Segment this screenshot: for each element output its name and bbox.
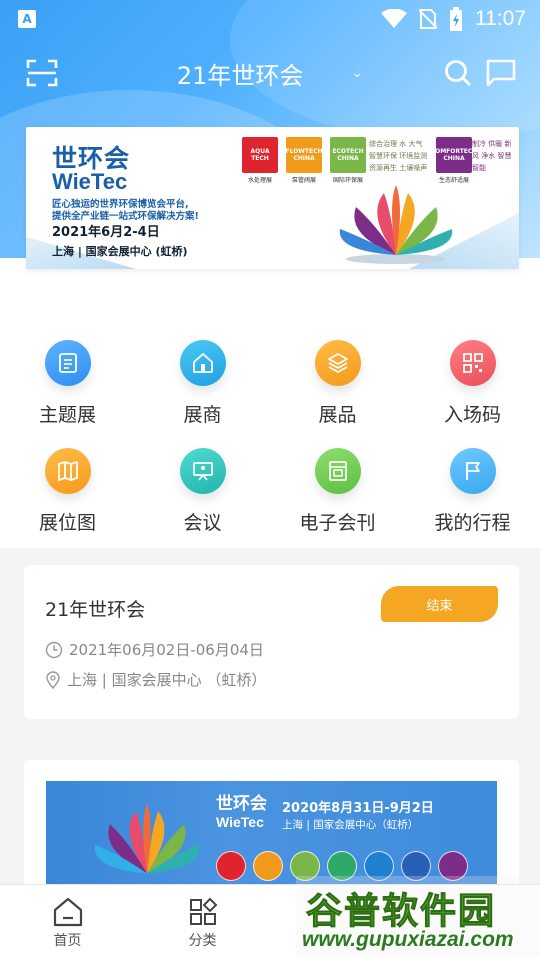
- no-sim-icon: [419, 9, 437, 29]
- grid-label: 电子会刊: [299, 512, 376, 534]
- grid-label: 展商: [183, 404, 222, 426]
- grid-item-theme-exhibition[interactable]: 主题展: [0, 330, 135, 430]
- nav-label: 首页: [53, 933, 82, 949]
- battery-icon: [450, 7, 462, 31]
- logo-caption: 泵管阀展: [291, 177, 316, 184]
- home-icon: [53, 897, 82, 927]
- search-icon[interactable]: [444, 59, 472, 87]
- presentation-icon: [179, 448, 226, 494]
- banner-slogan: 匠心独运的世界环保博览会平台, 提供全产业链一站式环保解决方案!: [52, 199, 199, 223]
- feature-grid: 主题展 展商 展品 入场码 展位图 会议 电子会刊 我的行程: [0, 330, 540, 538]
- nav-home[interactable]: 首页: [0, 885, 135, 960]
- grid-label: 主题展: [38, 404, 96, 426]
- status-bar: A 11:07: [0, 0, 540, 38]
- flag-icon: [449, 448, 496, 494]
- partner-logo: [216, 851, 246, 881]
- grid-item-floor-plan[interactable]: 展位图: [0, 438, 135, 538]
- event-title: 21年世环会: [45, 599, 146, 621]
- event-card[interactable]: 21年世环会 结束 2021年06月02日-06月04日 上海 | 国家会展中心…: [24, 565, 519, 719]
- grid-item-entry-code[interactable]: 入场码: [405, 330, 540, 430]
- event-venue: 上海 | 国家会展中心 （虹桥）: [45, 669, 266, 690]
- grid-label: 会议: [183, 512, 222, 534]
- partner-logo: [253, 851, 283, 881]
- past-event-banner: 世环会 WieTec 2020年8月31日-9月2日 上海 | 国家会展中心（虹…: [46, 781, 497, 891]
- comfortech-logo: COMFORTECH CHINA: [431, 137, 477, 173]
- past-brand-en: WieTec: [216, 814, 264, 830]
- promo-banner[interactable]: 世环会 WieTec 匠心独运的世界环保博览会平台, 提供全产业链一站式环保解决…: [26, 127, 519, 269]
- scan-icon[interactable]: [26, 59, 58, 87]
- partner-logo: ECOTECH CHINA 国际环保展: [330, 137, 366, 184]
- message-icon[interactable]: [486, 59, 516, 87]
- box-icon: [314, 340, 361, 386]
- event-date-text: 2021年06月02日-06月04日: [69, 641, 264, 659]
- logo-caption: 水处理展: [247, 177, 272, 184]
- banner-tags-green: 综合治理 水 大气 智慧环保 环境监测 资源再生 土壤噪声: [369, 140, 428, 172]
- building-icon: [179, 340, 226, 386]
- lotus-graphic: [339, 185, 453, 264]
- grid-item-e-catalog[interactable]: 电子会刊: [270, 438, 405, 538]
- magazine-icon: [314, 448, 361, 494]
- nav-label: 分类: [188, 933, 217, 949]
- partner-logos: AQUA TECH 水处理展 FLOWTECH CHINA 泵管阀展 ECOTE…: [242, 137, 477, 184]
- logo-caption: 生态舒适展: [438, 177, 469, 184]
- status-badge: 结束: [381, 586, 498, 622]
- banner-tags-purple: 制冷 供暖 新风 净水 智慧智能: [472, 140, 512, 172]
- category-icon: [189, 897, 217, 925]
- wifi-icon: [381, 9, 407, 28]
- top-bar: 21年世环会 ⌄: [0, 50, 540, 96]
- clock: 11:07: [475, 7, 526, 30]
- clock-icon: [45, 641, 63, 658]
- watermark-cn: 谷普软件园: [305, 891, 497, 933]
- past-dates: 2020年8月31日-9月2日: [282, 801, 434, 816]
- partner-logo: AQUA TECH 水处理展: [242, 137, 278, 184]
- watermark-url: www.gupuxiazai.com: [302, 928, 514, 951]
- partner-logo: FLOWTECH CHINA 泵管阀展: [285, 137, 323, 184]
- watermark: 谷普软件园 www.gupuxiazai.com: [296, 876, 540, 956]
- logo-caption: 国际环保展: [332, 177, 363, 184]
- app-notification-icon: A: [18, 10, 36, 28]
- lotus-graphic: [94, 803, 200, 874]
- banner-brand-en: WieTec: [52, 169, 128, 194]
- grid-item-my-itinerary[interactable]: 我的行程: [405, 438, 540, 538]
- grid-item-meetings[interactable]: 会议: [135, 438, 270, 538]
- ecotech-logo: ECOTECH CHINA: [330, 137, 366, 173]
- event-date: 2021年06月02日-06月04日: [45, 639, 264, 660]
- nav-category[interactable]: 分类: [135, 885, 270, 960]
- grid-label: 我的行程: [434, 512, 511, 534]
- grid-label: 展位图: [38, 512, 96, 534]
- grid-label: 展品: [318, 404, 357, 426]
- document-icon: [44, 340, 91, 386]
- event-venue-text: 上海 | 国家会展中心 （虹桥）: [67, 671, 267, 689]
- past-brand: 世环会 WieTec: [216, 795, 267, 831]
- slogan-line: 匠心独运的世界环保博览会平台,: [52, 199, 189, 210]
- flowtech-logo: FLOWTECH CHINA: [285, 137, 323, 173]
- grid-item-products[interactable]: 展品: [270, 330, 405, 430]
- qrcode-icon: [449, 340, 496, 386]
- past-venue: 上海 | 国家会展中心（虹桥）: [282, 819, 419, 831]
- past-brand-cn: 世环会: [216, 794, 267, 814]
- page-title: 21年世环会: [176, 61, 304, 90]
- aquatech-logo: AQUA TECH: [242, 137, 278, 173]
- banner-venue: 上海 | 国家会展中心 (虹桥): [52, 245, 188, 258]
- banner-dates: 2021年6月2-4日: [52, 225, 160, 240]
- map-icon: [44, 448, 91, 494]
- grid-item-exhibitors[interactable]: 展商: [135, 330, 270, 430]
- partner-logo: COMFORTECH CHINA 生态舒适展: [431, 137, 477, 184]
- chevron-down-icon: ⌄: [351, 65, 364, 81]
- grid-label: 入场码: [443, 404, 501, 426]
- location-pin-icon: [46, 670, 60, 689]
